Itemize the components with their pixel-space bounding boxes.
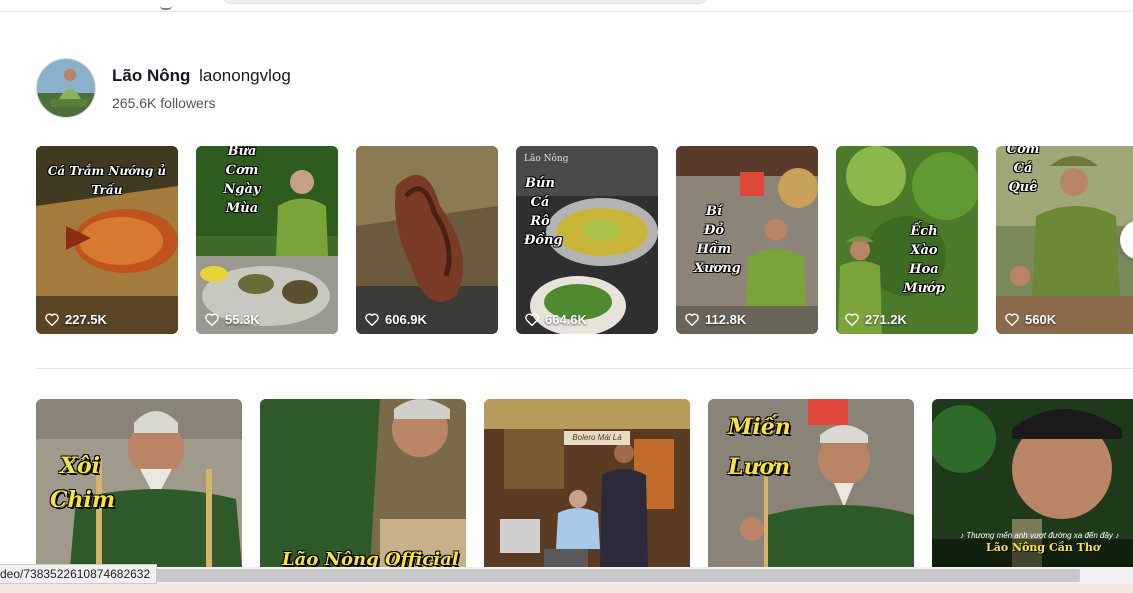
video-card-7[interactable]: Cơm Cá Quê 560K — [996, 146, 1133, 334]
heart-outline-icon — [45, 313, 59, 326]
channel-watermark: Lão Nông Cần Thơ — [986, 541, 1101, 554]
video-card-3[interactable]: 606.9K — [356, 146, 498, 334]
video-caption: Cá Trắm Nướng ủ Trấu — [47, 164, 167, 197]
video-card-6[interactable]: Ếch Xào Hoa Mướp 271.2K — [836, 146, 978, 334]
like-count: 560K — [1005, 312, 1056, 327]
thumbnail-official — [260, 399, 466, 567]
avatar[interactable] — [36, 58, 96, 118]
like-count: 606.9K — [365, 312, 427, 327]
creator-name[interactable]: Lão Nông — [112, 66, 190, 85]
like-count: 271.2K — [845, 312, 907, 327]
heart-outline-icon — [525, 313, 539, 326]
like-count-value: 606.9K — [385, 312, 427, 327]
lyric-subtitle: ♪ Thương mến anh vượt đường xa đến đây ♪ — [960, 531, 1120, 540]
top-navigation-bar — [0, 0, 1133, 12]
section-divider — [36, 368, 1133, 369]
video-card-12[interactable]: ♪ Thương mến anh vượt đường xa đến đây ♪… — [932, 399, 1133, 567]
follower-count: 265.6K followers — [112, 95, 216, 111]
video-caption: Cơm Cá Quê — [1006, 146, 1040, 195]
video-card-11[interactable]: Miến Lươn — [708, 399, 914, 567]
video-caption: Bí Đỏ Hầm Xương — [694, 204, 741, 276]
like-count-value: 112.8K — [705, 312, 747, 327]
video-row-creator: Cá Trắm Nướng ủ Trấu 227.5K Bữa Cơm Ngày… — [36, 146, 1133, 334]
thumbnail-bolero — [484, 399, 690, 567]
like-count: 664.6K — [525, 312, 587, 327]
like-count: 55.3K — [205, 312, 260, 327]
video-card-4[interactable]: Lão Nông Bún Cá Rô Đồng 664.6K — [516, 146, 658, 334]
horizontal-scrollbar[interactable] — [0, 567, 1133, 584]
video-row-related: Xôi Chim Lão Nông Official Bolero Mái Lá — [36, 399, 1133, 567]
like-count-value: 271.2K — [865, 312, 907, 327]
scrollbar-thumb[interactable] — [150, 569, 1080, 582]
heart-outline-icon — [685, 313, 699, 326]
video-watermark: Lão Nông — [524, 154, 569, 164]
like-count: 227.5K — [45, 312, 107, 327]
video-caption: Bún Cá Rô Đồng — [524, 176, 563, 248]
thumbnail-roasted-meat — [356, 146, 498, 334]
like-count: 112.8K — [685, 312, 746, 327]
video-card-2[interactable]: Bữa Cơm Ngày Mùa 55.3K — [196, 146, 338, 334]
venue-sign: Bolero Mái Lá — [564, 431, 630, 445]
like-count-value: 227.5K — [65, 312, 107, 327]
heart-outline-icon — [1005, 313, 1019, 326]
video-card-5[interactable]: Bí Đỏ Hầm Xương 112.8K — [676, 146, 818, 334]
nav-icon-partial[interactable] — [160, 6, 172, 10]
like-count-value: 664.6K — [545, 312, 587, 327]
video-caption: Ếch Xào Hoa Mướp — [903, 224, 945, 296]
creator-header[interactable]: Lão Nông laonongvlog 265.6K followers — [36, 58, 291, 118]
video-title: Miến Lươn — [728, 414, 791, 480]
video-caption: Bữa Cơm Ngày Mùa — [223, 146, 261, 216]
link-preview-status: deo/7383522610874682632 — [0, 564, 158, 584]
video-title: Xôi Chim — [50, 453, 116, 513]
creator-handle[interactable]: laonongvlog — [199, 66, 291, 85]
channel-title: Lão Nông Official — [282, 549, 459, 567]
video-card-9[interactable]: Lão Nông Official — [260, 399, 466, 567]
search-input[interactable] — [220, 0, 710, 4]
video-card-1[interactable]: Cá Trắm Nướng ủ Trấu 227.5K — [36, 146, 178, 334]
heart-outline-icon — [365, 313, 379, 326]
bottom-edge-strip — [0, 584, 1133, 593]
video-card-8[interactable]: Xôi Chim — [36, 399, 242, 567]
chevron-right-icon — [1120, 220, 1133, 260]
video-card-10[interactable]: Bolero Mái Lá — [484, 399, 690, 567]
carousel-next-button[interactable] — [1120, 220, 1133, 260]
heart-outline-icon — [845, 313, 859, 326]
heart-outline-icon — [205, 313, 219, 326]
like-count-value: 560K — [1025, 312, 1057, 327]
like-count-value: 55.3K — [225, 312, 260, 327]
thumbnail-harvest-meal — [196, 146, 338, 334]
